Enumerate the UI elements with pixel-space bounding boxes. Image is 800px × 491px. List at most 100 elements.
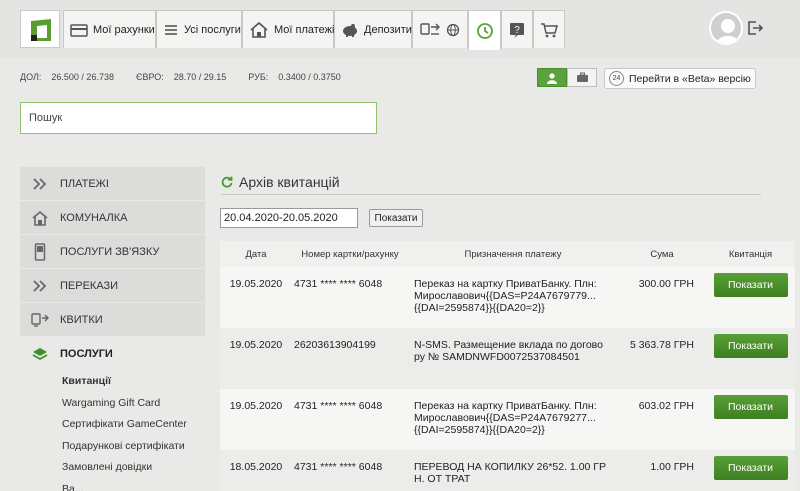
card-icon xyxy=(70,23,88,37)
show-receipt-button[interactable]: Показати xyxy=(713,395,788,419)
globe-icon xyxy=(446,23,460,36)
show-receipt-button[interactable]: Показати xyxy=(713,334,788,358)
cart-icon xyxy=(541,22,558,37)
rub-rate: 0.3400 / 0.3750 xyxy=(278,72,341,82)
subitem-ordered-certificates[interactable]: Замовлені довідки xyxy=(20,457,205,479)
table-row: 19.05.2020 26203613904199 N-SMS. Размеще… xyxy=(220,328,795,389)
tab-label: Усі послуги xyxy=(184,23,241,36)
tab-my-accounts[interactable]: Мої рахунки xyxy=(63,10,156,48)
business-toggle[interactable] xyxy=(567,68,597,87)
tab-label: Мої платежі xyxy=(274,23,335,36)
eur-rate: 28.70 / 29.15 xyxy=(173,72,227,82)
tab-my-payments[interactable]: Мої платежі xyxy=(242,10,334,48)
hours-24-icon: 24 xyxy=(609,71,624,86)
refresh-icon xyxy=(476,22,493,39)
top-bar: Мої рахунки Усі послуги Мої платежі Депо… xyxy=(0,0,800,58)
show-receipt-button[interactable]: Показати xyxy=(713,273,788,297)
divider xyxy=(221,194,761,195)
briefcase-icon xyxy=(576,72,588,82)
table-row: 19.05.2020 4731 **** **** 6048 Переказ н… xyxy=(220,389,795,450)
avatar[interactable] xyxy=(709,11,743,45)
row-purpose: Переказ на картку ПриватБанку. Плн: Миро… xyxy=(414,400,597,436)
row-date: 19.05.2020 xyxy=(229,400,283,412)
privatbank-logo[interactable] xyxy=(20,10,60,48)
page-title: Архів квитанцій xyxy=(221,174,340,190)
tab-all-services[interactable]: Усі послуги xyxy=(156,10,242,48)
beta-label: Перейти в «Beta» версію xyxy=(629,72,751,85)
page-title-text: Архів квитанцій xyxy=(239,174,340,190)
refresh-icon xyxy=(221,176,233,188)
chevrons-icon xyxy=(33,279,47,292)
currency-rates: ДОЛ: 26.500 / 26.738 ЄВРО: 28.70 / 29.15 РУБ… xyxy=(20,72,363,82)
person-icon xyxy=(547,72,557,84)
transfer-icon xyxy=(420,22,440,35)
col-card: Номер картки/рахунку xyxy=(301,248,399,260)
svg-text:?: ? xyxy=(514,25,520,36)
logout-icon[interactable] xyxy=(747,21,763,35)
show-receipt-button[interactable]: Показати xyxy=(713,456,788,480)
col-sum: Сума xyxy=(650,248,674,260)
help-icon: ? xyxy=(510,22,524,38)
subitem-receipts[interactable]: Квитанції xyxy=(20,371,205,393)
tab-help[interactable]: ? xyxy=(501,10,533,48)
user-icon xyxy=(716,19,740,43)
tab-deposits[interactable]: Депозити xyxy=(334,10,412,48)
sidebar-item-label: ПОСЛУГИ xyxy=(60,347,113,360)
table-row: 18.05.2020 4731 **** **** 6048 ПЕРЕВОД Н… xyxy=(220,450,795,491)
row-sum: 603.02 ГРН xyxy=(638,400,694,412)
list-icon xyxy=(165,24,177,35)
row-date: 19.05.2020 xyxy=(229,278,283,290)
row-sum: 1.00 ГРН xyxy=(650,461,694,473)
row-purpose: N-SMS. Размещение вклада по договору № S… xyxy=(414,339,603,363)
row-card: 4731 **** **** 6048 xyxy=(294,400,383,412)
sidebar-item-transfers[interactable]: ПЕРЕКАЗИ xyxy=(20,269,205,303)
tab-transfers[interactable] xyxy=(412,10,468,48)
sidebar-item-payments[interactable]: ПЛАТЕЖІ xyxy=(20,167,205,201)
tab-cart[interactable] xyxy=(533,10,565,48)
sidebar-item-utilities[interactable]: КОМУНАЛКА xyxy=(20,201,205,235)
table-row: 19.05.2020 4731 **** **** 6048 Переказ н… xyxy=(220,267,795,328)
personal-toggle[interactable] xyxy=(537,68,567,87)
col-receipt: Квитанція xyxy=(728,248,773,260)
row-sum: 300.00 ГРН xyxy=(638,278,694,290)
sidebar-item-telecom[interactable]: ПОСЛУГИ ЗВ'ЯЗКУ xyxy=(20,235,205,269)
row-date: 19.05.2020 xyxy=(229,339,283,351)
sidebar-item-services[interactable]: ПОСЛУГИ xyxy=(20,337,205,371)
receipts-table: Дата Номер картки/рахунку Призначення пл… xyxy=(220,241,795,491)
subitem-more[interactable]: Ва... xyxy=(20,479,205,491)
house-icon xyxy=(32,210,48,226)
row-purpose: ПЕРЕВОД НА КОПИЛКУ 26*52. 1.00 ГРН. ОТ Т… xyxy=(414,461,606,485)
layers-icon xyxy=(32,347,48,360)
account-type-toggle xyxy=(537,68,597,87)
tab-refresh[interactable] xyxy=(468,10,501,50)
sidebar: ПЛАТЕЖІ КОМУНАЛКА ПОСЛУГИ ЗВ'ЯЗКУ ПЕРЕКА… xyxy=(20,167,205,491)
beta-version-button[interactable]: 24 Перейти в «Beta» версію xyxy=(604,68,756,89)
row-date: 18.05.2020 xyxy=(229,461,283,473)
rub-label: РУБ: xyxy=(248,72,269,82)
sidebar-item-tickets[interactable]: КВИТКИ xyxy=(20,303,205,337)
row-purpose: Переказ на картку ПриватБанку. Плн: Миро… xyxy=(414,278,597,314)
row-card: 4731 **** **** 6048 xyxy=(294,278,383,290)
piggy-icon xyxy=(343,23,357,37)
train-icon xyxy=(31,312,49,327)
tab-label: Мої рахунки xyxy=(93,23,155,36)
col-date: Дата xyxy=(245,248,267,260)
chevrons-icon xyxy=(33,177,47,190)
row-sum: 5 363.78 ГРН xyxy=(629,339,694,351)
table-header: Дата Номер картки/рахунку Призначення пл… xyxy=(220,241,795,267)
subitem-gift-certificates[interactable]: Подарункові сертифікати xyxy=(20,436,205,458)
phone-icon xyxy=(34,242,46,261)
subitem-wargaming[interactable]: Wargaming Gift Card xyxy=(20,393,205,415)
show-button[interactable]: Показати xyxy=(369,209,423,227)
logo-icon xyxy=(31,19,51,41)
house-icon xyxy=(250,21,268,38)
col-purpose: Призначення платежу xyxy=(464,248,562,260)
sidebar-item-label: ПОСЛУГИ ЗВ'ЯЗКУ xyxy=(60,245,160,258)
eur-label: ЄВРО: xyxy=(135,72,164,82)
usd-rate: 26.500 / 26.738 xyxy=(51,72,114,82)
search-input[interactable]: Пошук xyxy=(20,102,377,134)
date-range-input[interactable]: 20.04.2020-20.05.2020 xyxy=(220,208,358,228)
sidebar-item-label: ПЕРЕКАЗИ xyxy=(60,279,119,292)
subitem-gamecenter[interactable]: Сертифікати GameCenter xyxy=(20,414,205,436)
row-card: 4731 **** **** 6048 xyxy=(294,461,383,473)
